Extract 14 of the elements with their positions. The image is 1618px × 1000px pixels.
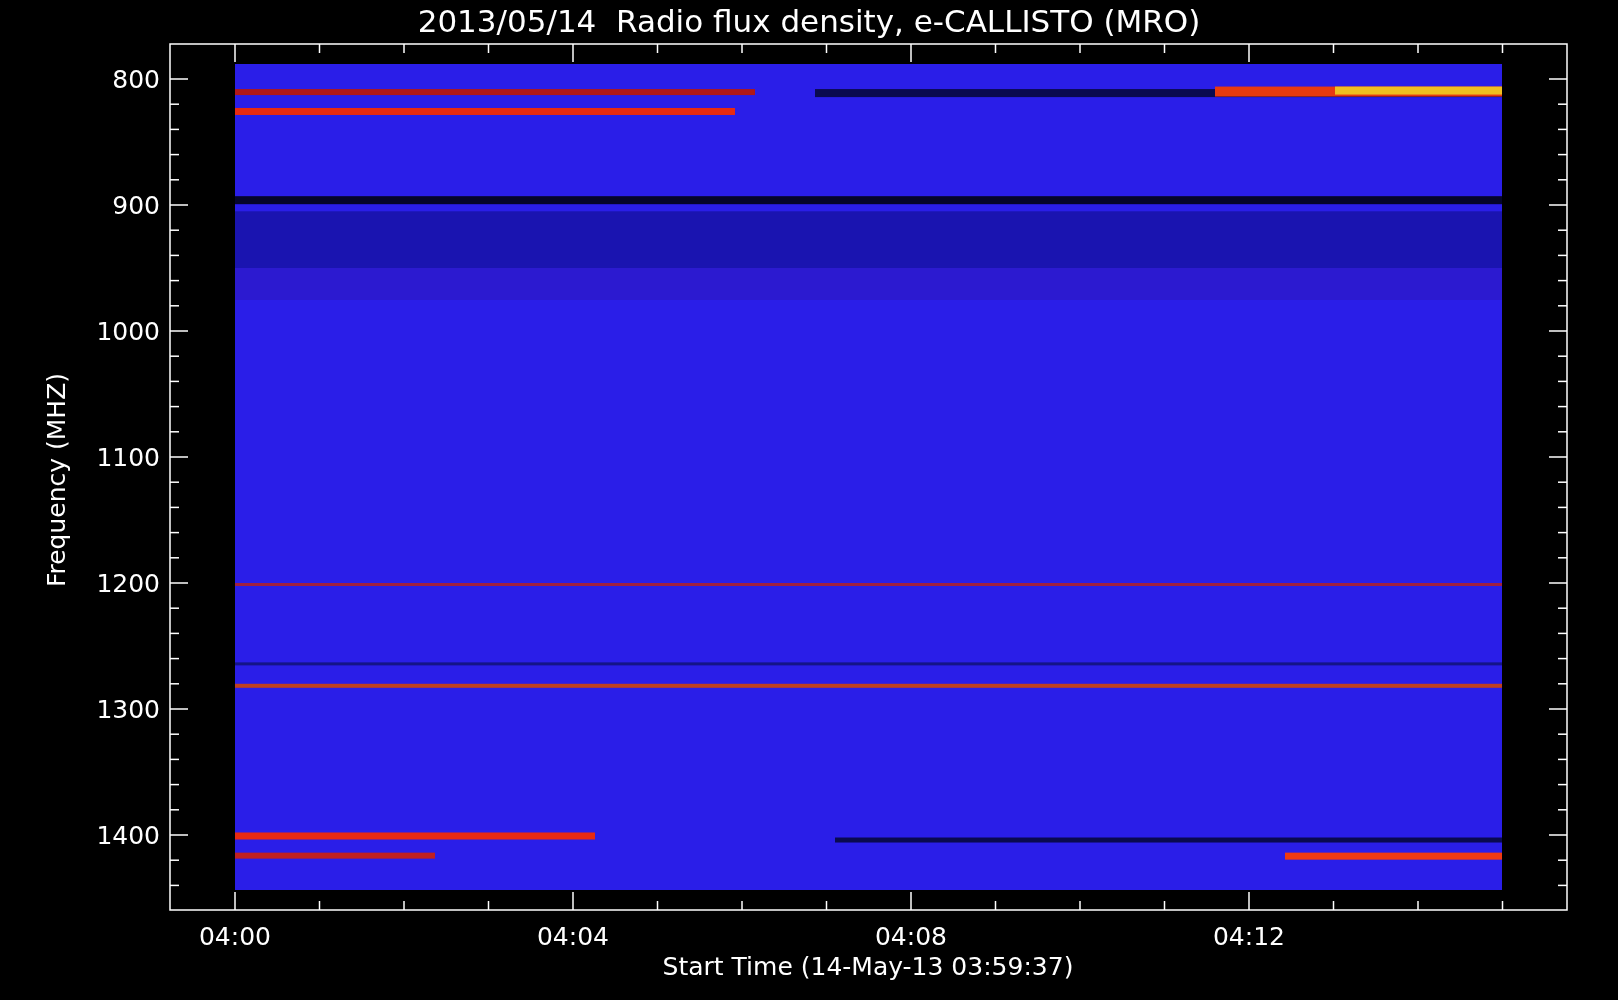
y-axis-label: Frequency (MHZ) (42, 372, 71, 588)
chart-title: 2013/05/14 Radio flux density, e-CALLISTO (MRO) (417, 3, 1201, 39)
y-tick-label: 1200 (96, 569, 160, 598)
x-tick-label: 04:04 (537, 922, 609, 951)
x-tick-label: 04:08 (875, 922, 947, 951)
y-tick-label: 900 (112, 191, 160, 220)
y-tick-label: 800 (112, 65, 160, 94)
x-tick-label: 04:12 (1213, 922, 1285, 951)
x-tick-label: 04:00 (199, 922, 271, 951)
y-tick-label: 1300 (96, 695, 160, 724)
y-tick-label: 1000 (96, 317, 160, 346)
x-axis-label: Start Time (14-May-13 03:59:37) (662, 952, 1074, 981)
y-tick-label: 1100 (96, 443, 160, 472)
y-tick-label: 1400 (96, 821, 160, 850)
